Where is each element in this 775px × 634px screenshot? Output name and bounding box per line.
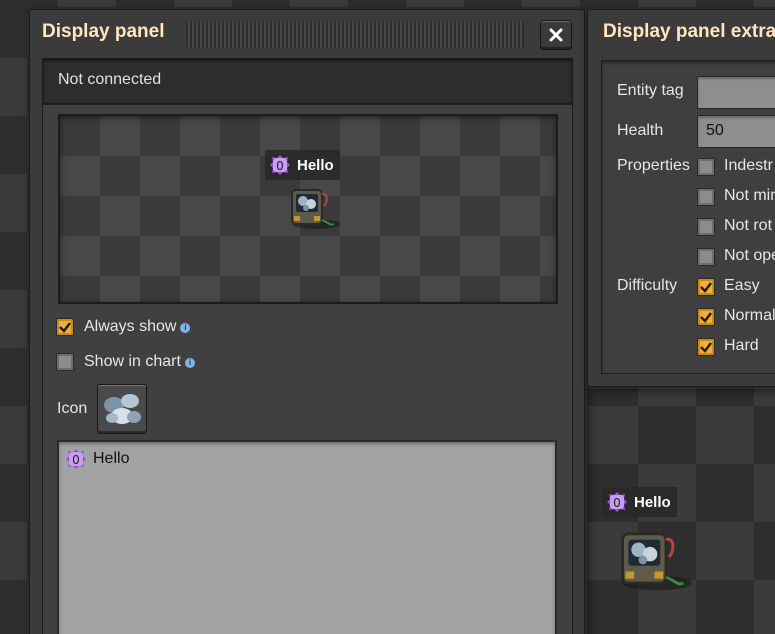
title-bar[interactable]: Display panel bbox=[30, 10, 584, 60]
world-entity-tag: 0 Hello bbox=[602, 487, 677, 517]
window-title: Display panel bbox=[42, 21, 165, 42]
icon-label: Icon bbox=[57, 400, 88, 417]
property-not-minable-label: Not min bbox=[724, 187, 775, 204]
world-entity-tag-text: Hello bbox=[634, 493, 671, 511]
svg-text:0: 0 bbox=[72, 453, 80, 467]
difficulty-easy-label: Easy bbox=[724, 277, 760, 294]
properties-label: Properties bbox=[617, 157, 690, 174]
icon-picker-button[interactable] bbox=[97, 384, 147, 434]
close-button[interactable] bbox=[540, 20, 572, 50]
property-not-operable-label: Not ope bbox=[724, 247, 775, 264]
always-show-checkbox[interactable] bbox=[56, 318, 74, 336]
health-field[interactable]: 50 bbox=[697, 115, 775, 148]
extras-window-title: Display panel extra bbox=[603, 21, 775, 42]
info-icon[interactable]: i bbox=[184, 358, 195, 368]
difficulty-normal-checkbox[interactable] bbox=[697, 308, 715, 326]
display-text-area[interactable]: 0 Hello bbox=[57, 440, 557, 634]
always-show-label: Always show i bbox=[84, 318, 191, 336]
preview-tag-text: Hello bbox=[297, 156, 334, 174]
property-not-minable-checkbox[interactable] bbox=[697, 188, 715, 206]
connection-status: Not connected bbox=[58, 71, 162, 88]
difficulty-easy-checkbox[interactable] bbox=[697, 278, 715, 296]
entity-tag-field[interactable] bbox=[697, 76, 775, 109]
drag-handle[interactable] bbox=[186, 21, 524, 48]
entity-preview: 0 Hello bbox=[58, 114, 558, 304]
ore-icon bbox=[104, 394, 141, 424]
checkmark-icon bbox=[59, 322, 71, 333]
text-area-content: 0 Hello bbox=[65, 448, 129, 470]
show-in-chart-checkbox[interactable] bbox=[56, 353, 74, 371]
entity-tag-label: Entity tag bbox=[617, 82, 684, 99]
svg-text:0: 0 bbox=[613, 496, 621, 510]
show-in-chart-label: Show in chart i bbox=[84, 353, 195, 371]
checkmark-icon bbox=[700, 312, 712, 323]
difficulty-hard-label: Hard bbox=[724, 337, 759, 354]
difficulty-normal-label: Normal bbox=[724, 307, 775, 324]
close-icon bbox=[549, 28, 563, 42]
checkmark-icon bbox=[700, 342, 712, 353]
checkmark-icon bbox=[700, 282, 712, 293]
signal-0-icon: 0 bbox=[66, 449, 86, 469]
connection-status-bar: Not connected bbox=[42, 58, 573, 104]
property-not-rotatable-label: Not rot bbox=[724, 217, 773, 234]
svg-text:0: 0 bbox=[276, 159, 284, 173]
preview-tag: 0 Hello bbox=[265, 150, 340, 180]
display-panel-entity-icon[interactable] bbox=[611, 522, 695, 592]
property-indestructible-label: Indestr bbox=[724, 157, 773, 174]
health-label: Health bbox=[617, 122, 664, 139]
display-panel-entity-icon bbox=[291, 189, 340, 229]
difficulty-label: Difficulty bbox=[617, 277, 678, 294]
property-not-operable-checkbox[interactable] bbox=[697, 248, 715, 266]
info-icon[interactable]: i bbox=[180, 323, 191, 333]
text-area-text: Hello bbox=[93, 450, 130, 467]
property-indestructible-checkbox[interactable] bbox=[697, 158, 715, 176]
signal-0-icon: 0 bbox=[270, 155, 290, 175]
difficulty-hard-checkbox[interactable] bbox=[697, 338, 715, 356]
property-not-rotatable-checkbox[interactable] bbox=[697, 218, 715, 236]
signal-0-icon: 0 bbox=[607, 492, 627, 512]
